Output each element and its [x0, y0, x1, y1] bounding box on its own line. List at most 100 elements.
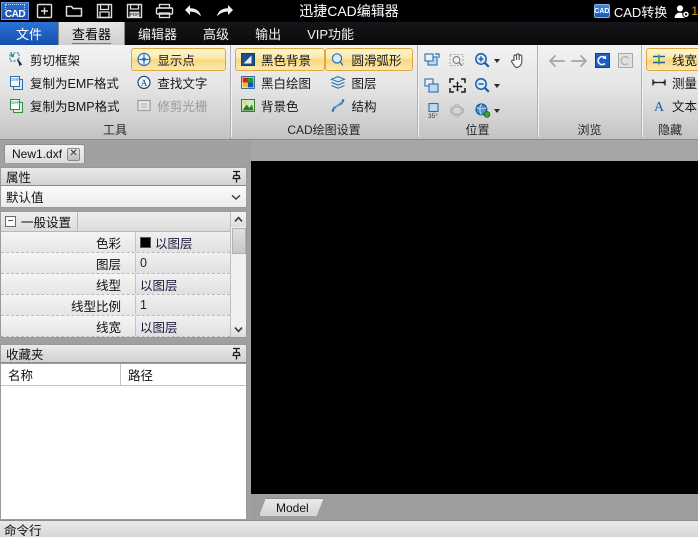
ribbon-item-line-width[interactable]: 线宽	[646, 48, 698, 71]
property-group-row[interactable]: − 一般设置	[1, 212, 230, 232]
tab-viewer-label: 查看器	[72, 24, 112, 44]
model-tab-bar: Model	[251, 494, 698, 520]
zoom-previous-icon[interactable]	[420, 73, 445, 98]
open-icon[interactable]	[59, 0, 89, 22]
chevron-down-icon[interactable]	[494, 58, 500, 63]
properties-rows: − 一般设置 色彩 以图层 图层 0 线型 以图层 线型比例 1 线宽 以图层	[1, 212, 230, 337]
close-icon[interactable]: ✕	[67, 147, 81, 161]
orbit-icon	[445, 98, 470, 123]
property-row-layer[interactable]: 图层 0	[1, 253, 230, 274]
ribbon-item-structure[interactable]: 结构	[325, 94, 413, 117]
property-value[interactable]: 0	[135, 253, 230, 273]
scroll-up-icon[interactable]	[231, 212, 246, 227]
favorites-column-name[interactable]: 名称	[1, 364, 121, 385]
refresh-icon[interactable]	[591, 48, 614, 73]
reload-view-icon	[614, 48, 637, 73]
command-line-bar[interactable]: 命令行	[0, 520, 698, 537]
property-value[interactable]: 以图层	[135, 232, 230, 252]
rotate-35-icon[interactable]: 35°	[420, 98, 445, 123]
property-value[interactable]: 以图层	[135, 274, 230, 294]
document-tab-new1[interactable]: New1.dxf ✕	[4, 144, 86, 163]
position-spacer	[506, 73, 531, 98]
background-color-icon	[239, 97, 257, 115]
svg-text:A: A	[141, 78, 148, 88]
ribbon-item-label: 黑白绘图	[261, 77, 312, 91]
tab-file[interactable]: 文件	[0, 22, 59, 45]
print-icon[interactable]	[149, 0, 179, 22]
ribbon-item-find-text[interactable]: A 查找文字	[131, 71, 226, 94]
ribbon-item-trim-raster: 修剪光栅	[131, 94, 226, 117]
view-style-icon[interactable]	[470, 98, 506, 123]
new-icon[interactable]	[29, 0, 59, 22]
properties-scrollbar[interactable]	[230, 212, 246, 337]
properties-selector-combo[interactable]: 默认值	[0, 186, 247, 208]
back-arrow-icon	[545, 48, 568, 73]
ribbon-group-hide: 线宽 测量 A 文本 隐藏	[642, 45, 698, 139]
zoom-extents-icon[interactable]	[445, 73, 470, 98]
cad-convert-button[interactable]: CAD转换	[614, 2, 667, 21]
property-value[interactable]: 1	[135, 295, 230, 315]
property-key: 色彩	[95, 236, 121, 251]
ribbon-item-text[interactable]: A 文本	[646, 94, 698, 117]
app-logo-icon[interactable]: CAD	[1, 2, 29, 20]
ribbon-item-label: 图层	[351, 77, 377, 91]
tab-advanced[interactable]: 高级	[190, 22, 242, 45]
tab-editor[interactable]: 编辑器	[125, 22, 190, 45]
title-bar: CAD PDF 迅捷CAD编辑器 CAD CAD转换 1	[0, 0, 698, 22]
ribbon-item-background-color[interactable]: 背景色	[235, 94, 325, 117]
property-row-color[interactable]: 色彩 以图层	[1, 232, 230, 253]
ribbon-item-copy-bmp[interactable]: BMP 复制为BMP格式	[4, 94, 131, 117]
document-tab-bar: New1.dxf ✕	[0, 141, 251, 163]
favorites-panel-title: 收藏夹	[6, 348, 44, 362]
show-points-icon	[135, 51, 153, 69]
forward-arrow-icon	[568, 48, 591, 73]
text-icon: A	[650, 97, 668, 115]
tab-vip[interactable]: VIP功能	[294, 22, 367, 45]
ribbon-item-layers[interactable]: 图层	[325, 71, 413, 94]
ribbon-group-tools: 剪切框架 EMF 复制为EMF格式 BMP 复制为BMP格式 显示点 A 查找文…	[0, 45, 232, 139]
user-account-icon[interactable]	[672, 3, 690, 19]
tab-output[interactable]: 输出	[242, 22, 294, 45]
chevron-down-icon[interactable]	[494, 108, 500, 113]
ribbon-item-measure[interactable]: 测量	[646, 71, 698, 94]
favorites-panel: 收藏夹	[0, 344, 247, 363]
ribbon-item-show-points[interactable]: 显示点	[131, 48, 226, 71]
favorites-list[interactable]: 名称 路径	[0, 363, 247, 520]
property-value[interactable]: 以图层	[135, 316, 230, 336]
scroll-thumb[interactable]	[231, 228, 246, 254]
zoom-out-icon[interactable]	[470, 73, 506, 98]
favorites-column-path[interactable]: 路径	[121, 364, 246, 385]
property-row-linetype-scale[interactable]: 线型比例 1	[1, 295, 230, 316]
tab-viewer[interactable]: 查看器	[58, 22, 126, 45]
ribbon-item-monochrome-draw[interactable]: 黑白绘图	[235, 71, 325, 94]
cad-convert-icon[interactable]: CAD	[593, 4, 610, 18]
tab-output-label: 输出	[255, 27, 282, 42]
ribbon-item-label: 修剪光栅	[157, 100, 208, 114]
scroll-down-icon[interactable]	[231, 322, 246, 337]
property-row-lineweight[interactable]: 线宽 以图层	[1, 316, 230, 337]
pin-icon[interactable]	[231, 347, 242, 360]
pin-icon[interactable]	[231, 170, 242, 183]
property-row-linetype[interactable]: 线型 以图层	[1, 274, 230, 295]
properties-panel-title: 属性	[6, 171, 32, 185]
ribbon-item-smooth-arc[interactable]: 圆滑弧形	[325, 48, 413, 71]
ribbon-item-crop-frame[interactable]: 剪切框架	[4, 48, 131, 71]
tab-file-label: 文件	[16, 27, 43, 42]
chevron-down-icon[interactable]	[230, 191, 242, 203]
ribbon-item-black-background[interactable]: 黑色背景	[235, 48, 326, 71]
save-pdf-icon[interactable]: PDF	[119, 0, 149, 22]
collapse-expander-icon[interactable]: −	[5, 216, 16, 227]
model-tab[interactable]: Model	[259, 498, 324, 516]
redo-icon[interactable]	[209, 0, 239, 22]
zoom-window-icon[interactable]	[420, 48, 445, 73]
column-splitter[interactable]	[77, 212, 79, 231]
chevron-down-icon[interactable]	[494, 83, 500, 88]
save-icon[interactable]	[89, 0, 119, 22]
drawing-canvas[interactable]	[251, 161, 698, 494]
tab-advanced-label: 高级	[203, 27, 230, 42]
tab-editor-label: 编辑器	[138, 27, 178, 42]
undo-icon[interactable]	[179, 0, 209, 22]
zoom-in-icon[interactable]	[470, 48, 506, 73]
ribbon-item-copy-emf[interactable]: EMF 复制为EMF格式	[4, 71, 131, 94]
pan-hand-icon[interactable]	[506, 48, 531, 73]
